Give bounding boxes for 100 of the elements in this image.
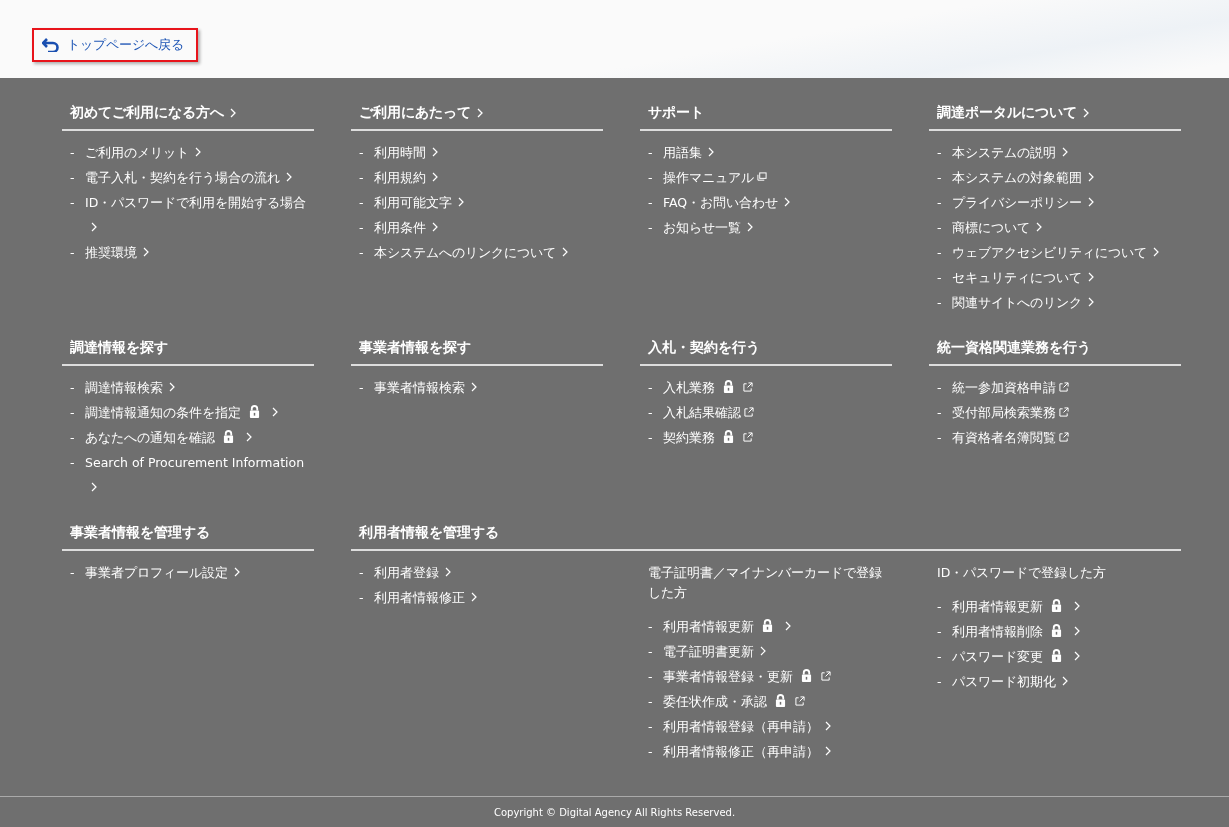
footer-link[interactable]: 統一参加資格申請	[952, 375, 1069, 400]
footer-link[interactable]: FAQ・お問い合わせ	[663, 190, 791, 215]
external-link-icon	[1059, 407, 1069, 417]
footer-link[interactable]: 推奨環境	[85, 240, 149, 265]
bullet-dash: -	[359, 144, 365, 162]
footer-link[interactable]: 関連サイトへのリンク	[952, 290, 1094, 315]
chevron-right-icon	[471, 382, 477, 392]
bullet-dash: -	[648, 169, 654, 187]
lock-icon	[723, 380, 734, 393]
footer-link[interactable]: 入札業務	[663, 375, 753, 400]
lock-icon	[1051, 599, 1062, 612]
section-heading: 統一資格関連業務を行う	[937, 339, 1091, 357]
footer-link[interactable]: 有資格者名簿閲覧	[952, 425, 1069, 450]
chevron-right-icon	[272, 407, 278, 417]
external-link-icon	[1059, 432, 1069, 442]
lock-icon	[775, 694, 786, 707]
footer-link[interactable]: 操作マニュアル	[663, 165, 767, 190]
bullet-dash: -	[359, 169, 365, 187]
footer-link[interactable]: 電子入札・契約を行う場合の流れ	[85, 165, 292, 190]
chevron-right-icon	[1074, 651, 1080, 661]
section-heading-link[interactable]: ご利用にあたって	[359, 104, 483, 122]
footer-link[interactable]: 契約業務	[663, 425, 753, 450]
footer-link[interactable]: 本システムの説明	[952, 140, 1068, 165]
footer-link[interactable]: 商標について	[952, 215, 1042, 240]
footer-link[interactable]: 入札結果確認	[663, 400, 754, 425]
bullet-dash: -	[359, 589, 365, 607]
lock-icon	[762, 619, 773, 632]
footer-link[interactable]: パスワード初期化	[952, 669, 1068, 694]
section-heading: 調達情報を探す	[70, 339, 168, 357]
footer-link[interactable]: 調達情報検索	[85, 375, 175, 400]
bullet-dash: -	[648, 219, 654, 237]
bullet-dash: -	[648, 404, 654, 422]
bullet-dash: -	[937, 673, 943, 691]
section-heading-link[interactable]: 調達ポータルについて	[937, 104, 1089, 122]
bullet-dash: -	[359, 564, 365, 582]
external-link-icon	[744, 407, 754, 417]
chevron-right-icon	[432, 172, 438, 182]
footer-link[interactable]: ウェブアクセシビリティについて	[952, 240, 1159, 265]
bullet-dash: -	[648, 668, 654, 686]
chevron-right-icon	[477, 108, 483, 118]
footer-link[interactable]: プライバシーポリシー	[952, 190, 1094, 215]
footer-link[interactable]: Search of Procurement Information	[85, 450, 314, 500]
footer-link[interactable]: 事業者情報登録・更新	[663, 664, 831, 689]
bullet-dash: -	[70, 244, 76, 262]
chevron-right-icon	[1088, 197, 1094, 207]
footer-link[interactable]: 利用者登録	[374, 560, 451, 585]
footer-link[interactable]: 利用者情報更新	[663, 614, 791, 639]
chevron-right-icon	[1088, 272, 1094, 282]
chevron-right-icon	[458, 197, 464, 207]
footer-link[interactable]: お知らせ一覧	[663, 215, 753, 240]
chevron-right-icon	[1074, 601, 1080, 611]
chevron-right-icon	[230, 108, 236, 118]
footer-link[interactable]: セキュリティについて	[952, 265, 1094, 290]
bullet-dash: -	[937, 294, 943, 312]
bullet-dash: -	[648, 718, 654, 736]
chevron-right-icon	[169, 382, 175, 392]
chevron-right-icon	[1153, 247, 1159, 257]
bullet-dash: -	[359, 244, 365, 262]
footer-link[interactable]: 利用可能文字	[374, 190, 464, 215]
chevron-right-icon	[747, 222, 753, 232]
footer-link[interactable]: 利用条件	[374, 215, 438, 240]
chevron-right-icon	[708, 147, 714, 157]
section-heading-link[interactable]: 初めてご利用になる方へ	[70, 104, 236, 122]
section-heading: 利用者情報を管理する	[359, 524, 499, 542]
chevron-right-icon	[760, 646, 766, 656]
back-link[interactable]: トップページへ戻る	[32, 28, 198, 62]
chevron-right-icon	[785, 621, 791, 631]
footer-link[interactable]: 電子証明書更新	[663, 639, 766, 664]
footer-link[interactable]: 利用者情報修正	[374, 585, 477, 610]
footer-link[interactable]: 委任状作成・承認	[663, 689, 805, 714]
footer-link[interactable]: 本システムの対象範囲	[952, 165, 1094, 190]
bullet-dash: -	[937, 648, 943, 666]
bullet-dash: -	[359, 194, 365, 212]
chevron-right-icon	[246, 432, 252, 442]
lock-icon	[223, 430, 234, 443]
bullet-dash: -	[70, 404, 76, 422]
footer-link[interactable]: 利用時間	[374, 140, 438, 165]
footer-link[interactable]: 利用規約	[374, 165, 438, 190]
footer-link[interactable]: 事業者情報検索	[374, 375, 477, 400]
bullet-dash: -	[648, 618, 654, 636]
footer-link[interactable]: 調達情報通知の条件を指定	[85, 400, 278, 425]
footer-link[interactable]: 利用者情報削除	[952, 619, 1080, 644]
footer-link[interactable]: 利用者情報更新	[952, 594, 1080, 619]
lock-icon	[1051, 649, 1062, 662]
footer-link[interactable]: 利用者情報修正（再申請）	[663, 739, 831, 764]
footer-link[interactable]: 受付部局検索業務	[952, 400, 1069, 425]
footer-link[interactable]: パスワード変更	[952, 644, 1080, 669]
footer-link[interactable]: 利用者情報登録（再申請）	[663, 714, 831, 739]
lock-icon	[723, 430, 734, 443]
bullet-dash: -	[937, 379, 943, 397]
footer-link[interactable]: 用語集	[663, 140, 714, 165]
footer-link[interactable]: ご利用のメリット	[85, 140, 201, 165]
chevron-right-icon	[784, 197, 791, 207]
bullet-dash: -	[70, 169, 76, 187]
footer-link[interactable]: ID・パスワードで利用を開始する場合	[85, 190, 314, 240]
footer-link[interactable]: 事業者プロフィール設定	[85, 560, 240, 585]
chevron-right-icon	[143, 247, 149, 257]
footer-link[interactable]: 本システムへのリンクについて	[374, 240, 568, 265]
footer-link[interactable]: あなたへの通知を確認	[85, 425, 252, 450]
bullet-dash: -	[937, 269, 943, 287]
